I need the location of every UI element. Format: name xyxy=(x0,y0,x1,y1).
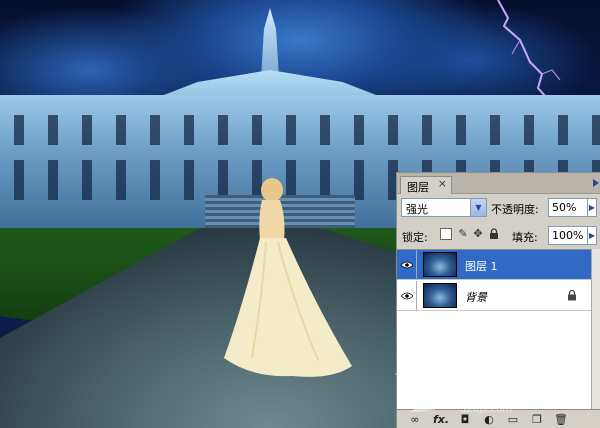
fill-value: 100% xyxy=(552,229,584,242)
opacity-slider-arrow-icon[interactable]: ▶ xyxy=(588,198,597,217)
opacity-label: 不透明度: xyxy=(491,203,539,216)
eye-icon[interactable] xyxy=(401,261,413,269)
fx-icon[interactable]: fx. xyxy=(433,413,449,427)
close-icon[interactable]: × xyxy=(438,177,447,190)
panel-tabbar: 图层 × xyxy=(397,173,600,194)
trash-icon[interactable]: 🗑 xyxy=(553,413,569,427)
fill-field[interactable]: 100% xyxy=(548,226,588,245)
new-group-icon[interactable]: ▭ xyxy=(505,413,521,427)
chevron-down-icon[interactable]: ▼ xyxy=(470,199,486,216)
tab-layers-label: 图层 xyxy=(407,181,429,194)
layers-list: 图层 1 背景 xyxy=(397,249,591,409)
bride-figure xyxy=(224,178,352,377)
link-layers-icon[interactable]: ∞ xyxy=(407,413,423,427)
fill-label: 填充: xyxy=(512,231,538,244)
lock-label: 锁定: xyxy=(402,231,428,244)
new-layer-icon[interactable]: ❐ xyxy=(529,413,545,427)
layer-thumbnail[interactable] xyxy=(423,252,457,277)
lock-all-icon[interactable] xyxy=(488,228,500,240)
layers-panel: 图层 × 强光 ▼ 不透明度: 50% ▶ 锁定: ✎ ✥ 填充: 100% ▶ xyxy=(396,172,600,428)
layer-row-background[interactable]: 背景 xyxy=(397,281,591,311)
layer-name[interactable]: 图层 1 xyxy=(465,258,498,274)
panel-bottom-toolbar: ∞ fx. ◘ ◐ ▭ ❐ 🗑 xyxy=(397,409,600,428)
blend-mode-value: 强光 xyxy=(406,203,428,216)
panel-menu-icon[interactable] xyxy=(591,175,600,191)
opacity-value: 50% xyxy=(552,201,577,214)
layers-scrollbar[interactable] xyxy=(591,249,600,409)
fill-slider-arrow-icon[interactable]: ▶ xyxy=(588,226,597,245)
visibility-toggle[interactable] xyxy=(397,281,417,311)
lock-position-icon[interactable]: ✥ xyxy=(472,228,484,240)
add-mask-icon[interactable]: ◘ xyxy=(457,413,473,427)
opacity-field[interactable]: 50% xyxy=(548,198,588,217)
layer-row-layer1[interactable]: 图层 1 xyxy=(397,250,591,280)
lock-transparency-icon[interactable] xyxy=(440,228,452,240)
eye-icon[interactable] xyxy=(401,292,413,300)
layer-thumbnail[interactable] xyxy=(423,283,457,308)
layer-name[interactable]: 背景 xyxy=(465,289,487,305)
lock-icon xyxy=(568,290,576,301)
tab-layers[interactable]: 图层 × xyxy=(400,176,452,194)
adjustment-layer-icon[interactable]: ◐ xyxy=(481,413,497,427)
blend-mode-select[interactable]: 强光 ▼ xyxy=(401,198,487,217)
lock-brush-icon[interactable]: ✎ xyxy=(457,228,469,240)
visibility-toggle[interactable] xyxy=(397,250,417,280)
